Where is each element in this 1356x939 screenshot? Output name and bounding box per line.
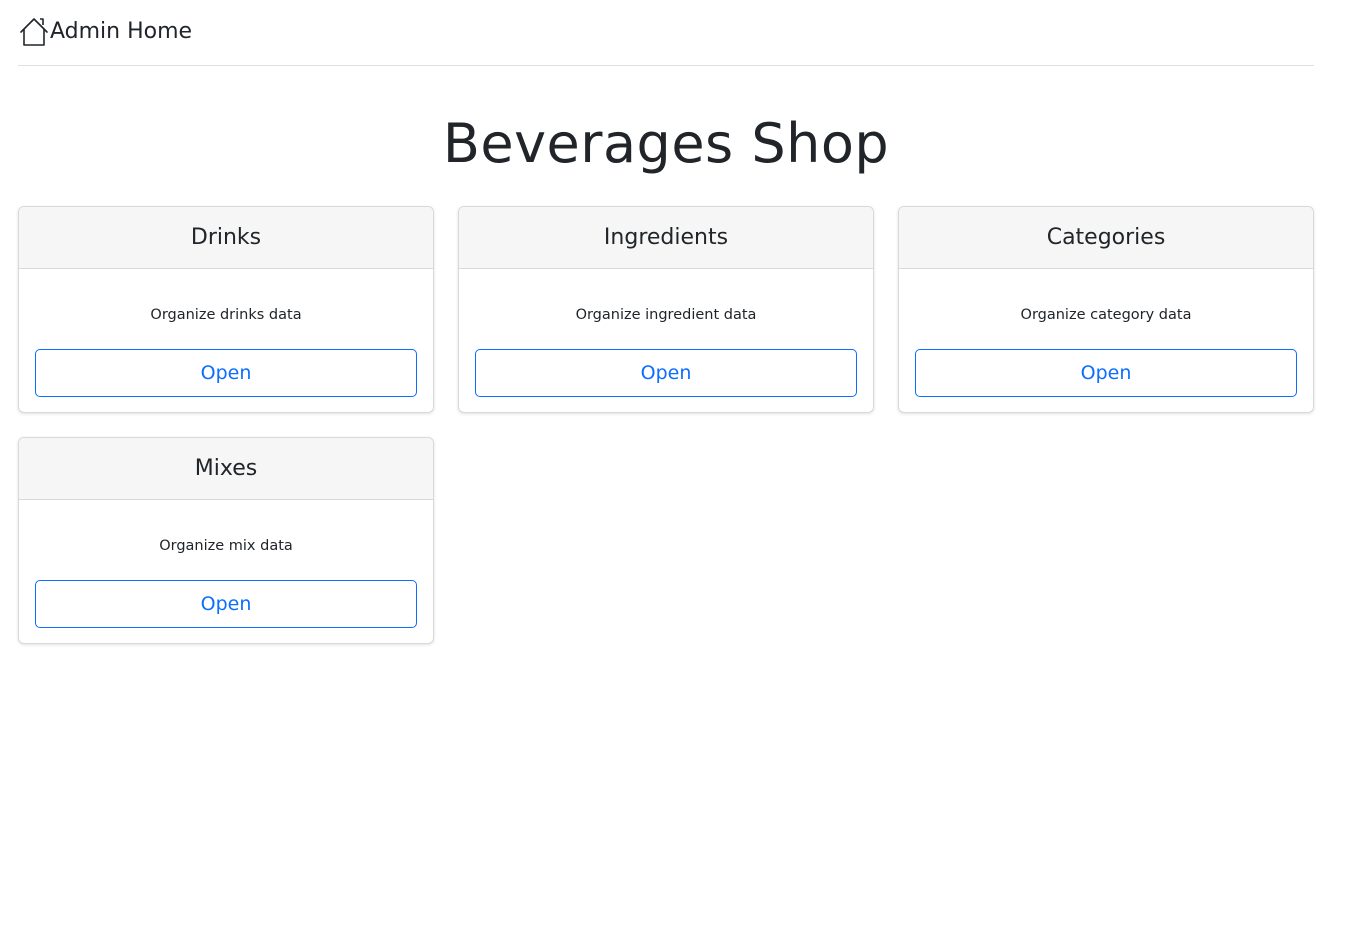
open-drinks-button[interactable]: Open — [35, 349, 417, 397]
card-description: Organize ingredient data — [575, 307, 757, 323]
admin-home-link[interactable]: Admin Home — [18, 16, 192, 48]
open-ingredients-button[interactable]: Open — [475, 349, 857, 397]
card-description: Organize category data — [1020, 307, 1192, 323]
card-body: Organize category data Open — [899, 269, 1313, 412]
card-mixes: Mixes Organize mix data Open — [18, 437, 434, 644]
card-body: Organize drinks data Open — [19, 269, 433, 412]
card-description: Organize mix data — [159, 538, 293, 554]
card-description: Organize drinks data — [150, 307, 302, 323]
card-header: Drinks — [19, 207, 433, 269]
card-drinks: Drinks Organize drinks data Open — [18, 206, 434, 413]
card-header: Categories — [899, 207, 1313, 269]
open-categories-button[interactable]: Open — [915, 349, 1297, 397]
admin-home-label: Admin Home — [50, 18, 193, 44]
card-body: Organize mix data Open — [19, 500, 433, 643]
page-title: Beverages Shop — [442, 112, 890, 175]
card-ingredients: Ingredients Organize ingredient data Ope… — [458, 206, 874, 413]
card-categories: Categories Organize category data Open — [898, 206, 1314, 413]
card-header: Mixes — [19, 438, 433, 500]
top-navbar: Admin Home — [18, 0, 1314, 66]
cards-grid: Drinks Organize drinks data Open Ingredi… — [18, 206, 1314, 644]
card-header: Ingredients — [459, 207, 873, 269]
house-icon — [18, 16, 50, 48]
card-body: Organize ingredient data Open — [459, 269, 873, 412]
page-container: Admin Home Beverages Shop Drinks Organiz… — [18, 0, 1314, 644]
open-mixes-button[interactable]: Open — [35, 580, 417, 628]
